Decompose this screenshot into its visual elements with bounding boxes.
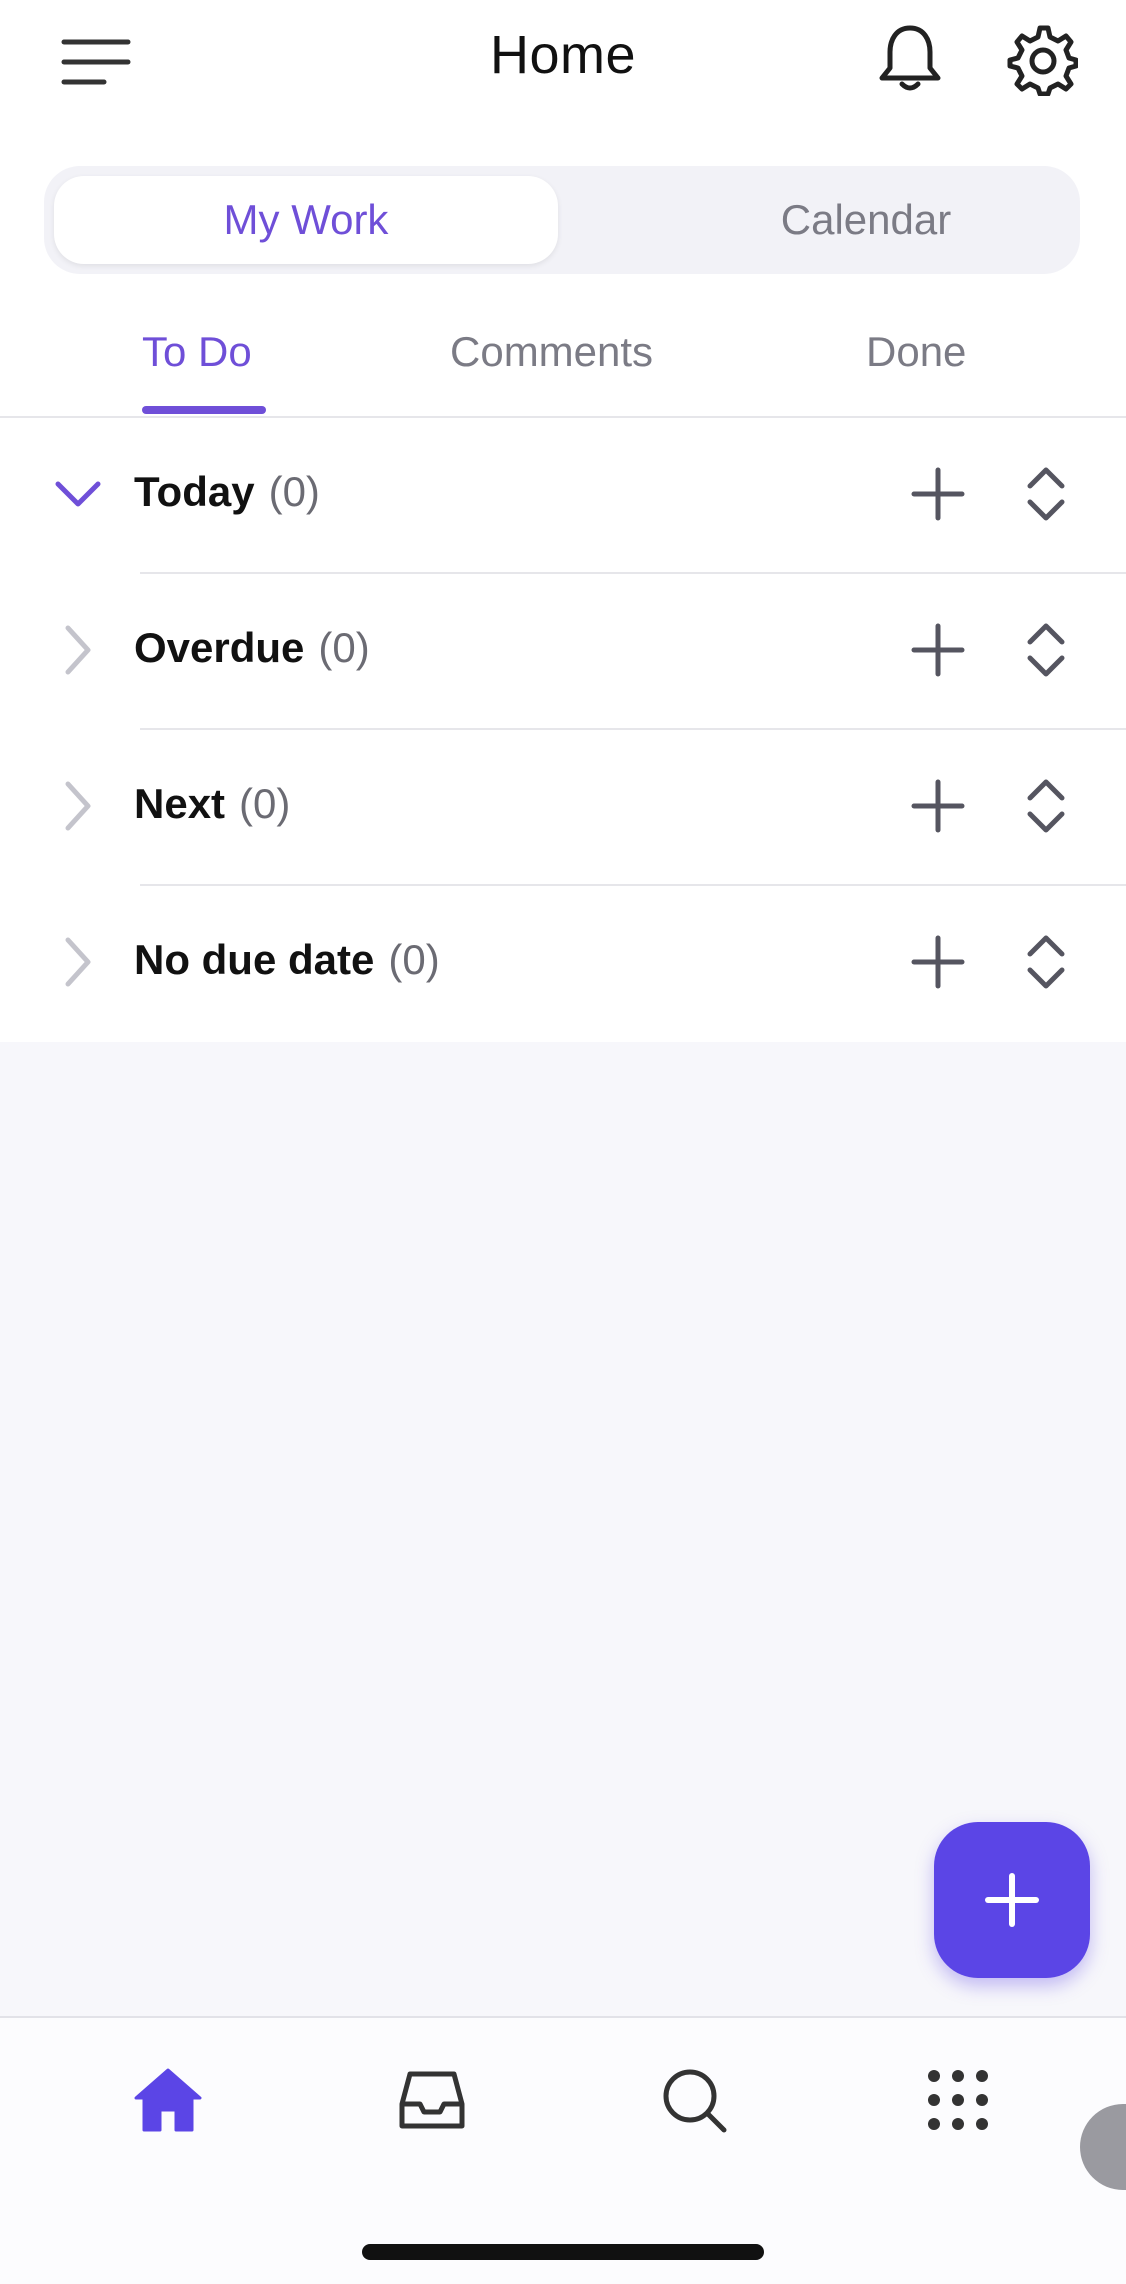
home-indicator [362,2244,764,2260]
section-today[interactable]: Today (0) [0,418,1126,574]
subtab-to-do[interactable]: To Do [142,328,252,376]
section-count: (0) [388,936,440,983]
bell-icon [879,25,941,91]
add-task-fab[interactable] [934,1822,1090,1978]
plus-icon[interactable] [906,774,970,838]
app-header: Home [0,0,1126,150]
nav-inbox[interactable] [396,2064,468,2136]
section-title: Next (0) [134,780,290,828]
plus-icon[interactable] [906,462,970,526]
home-screen: Home My Work Calendar To Do Comments Don… [0,0,1126,2284]
plus-icon [985,1873,1039,1927]
subtab-comments[interactable]: Comments [450,328,653,376]
section-title: Today (0) [134,468,320,516]
section-count: (0) [268,468,320,515]
chevron-down-icon[interactable] [50,466,106,522]
section-overdue[interactable]: Overdue (0) [0,574,1126,730]
expand-collapse-icon[interactable] [1018,618,1074,682]
chevron-right-icon[interactable] [50,934,106,990]
section-title: No due date (0) [134,936,440,984]
plus-icon[interactable] [906,930,970,994]
search-icon [663,2069,727,2133]
chevron-right-icon[interactable] [50,622,106,678]
home-icon [134,2068,202,2132]
section-title-text: Today [134,468,255,515]
section-title-text: Next [134,780,226,827]
expand-collapse-icon[interactable] [1018,774,1074,838]
notifications-button[interactable] [876,22,944,94]
expand-collapse-icon[interactable] [1018,930,1074,994]
gear-icon [1007,25,1079,97]
page-title: Home [489,25,637,85]
nav-home[interactable] [132,2064,204,2136]
apps-grid-icon [928,2070,988,2130]
section-title: Overdue (0) [134,624,370,672]
settings-button[interactable] [1006,24,1079,97]
section-count: (0) [318,624,370,671]
subtab-bar: To Do Comments Done [0,300,1126,418]
plus-icon[interactable] [906,618,970,682]
section-title-text: No due date [134,936,375,983]
nav-search[interactable] [658,2064,730,2136]
chevron-right-icon[interactable] [50,778,106,834]
task-sections: Today (0) Overdue (0) Next (0) No due da… [0,418,1126,1042]
expand-collapse-icon[interactable] [1018,462,1074,526]
section-title-text: Overdue [134,624,305,671]
section-count: (0) [239,780,291,827]
subtab-active-indicator [142,406,266,414]
section-no-due-date[interactable]: No due date (0) [0,886,1126,1042]
inbox-icon [399,2071,465,2129]
view-switcher: My Work Calendar [44,166,1080,274]
tab-my-work[interactable]: My Work [54,176,558,264]
section-next[interactable]: Next (0) [0,730,1126,886]
subtab-done[interactable]: Done [866,328,966,376]
nav-apps[interactable] [922,2064,994,2136]
tab-calendar[interactable]: Calendar [614,176,1118,264]
